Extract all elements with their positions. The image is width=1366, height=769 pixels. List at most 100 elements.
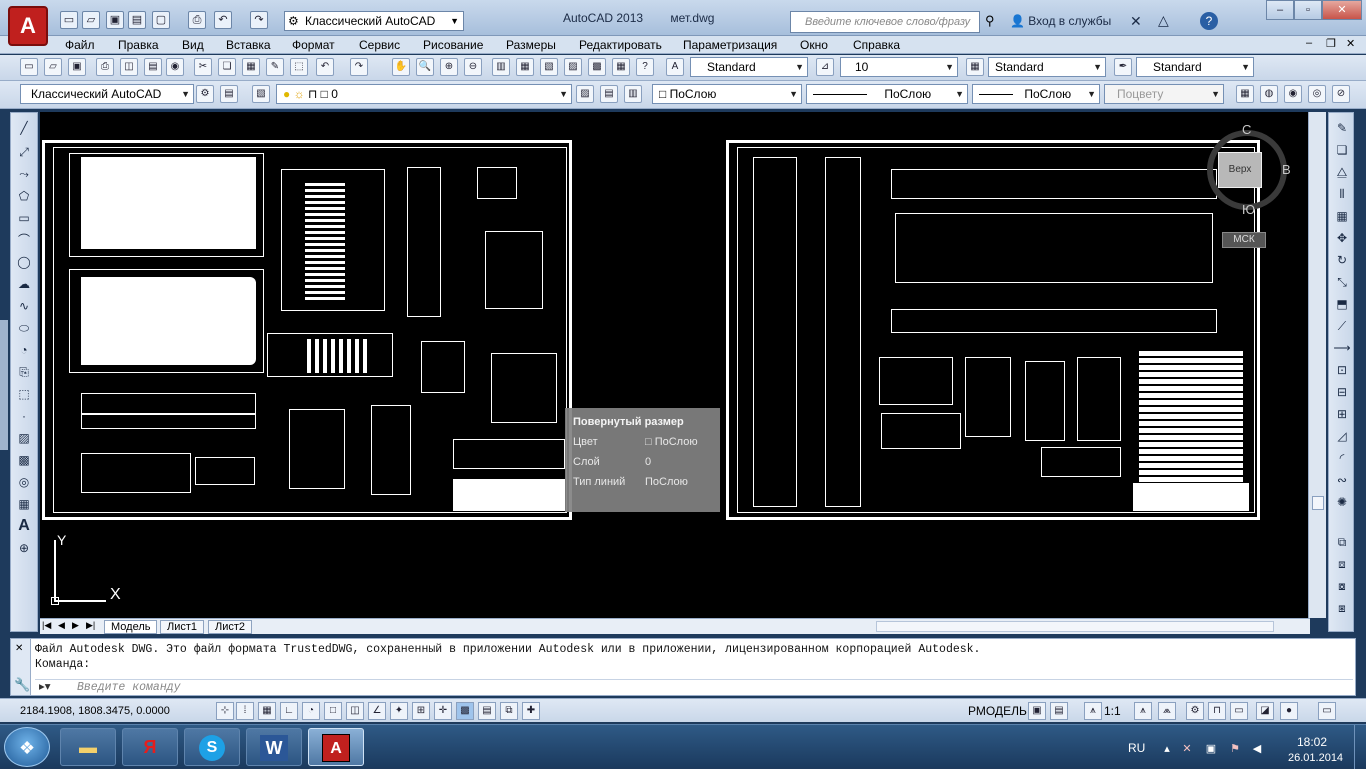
- linetype-dropdown[interactable]: ПоСлою ▼: [806, 84, 968, 104]
- layer-previous-icon[interactable]: ▤: [600, 85, 618, 103]
- break-icon[interactable]: ⊟: [1333, 383, 1351, 401]
- toolbar-lock-icon[interactable]: ⊓: [1208, 702, 1226, 720]
- doc-minimize-icon[interactable]: –: [1306, 37, 1312, 49]
- mirror-icon[interactable]: ⧋: [1333, 163, 1351, 181]
- revision-cloud-icon[interactable]: ☁: [15, 275, 33, 293]
- hatch-icon[interactable]: ▨: [15, 429, 33, 447]
- array-icon[interactable]: ▦: [1333, 207, 1351, 225]
- open-folder-icon[interactable]: ▱: [82, 11, 100, 29]
- object-snap-icon[interactable]: □: [324, 702, 342, 720]
- keyboard-language[interactable]: RU: [1128, 741, 1145, 755]
- globe-icon[interactable]: ◍: [1260, 85, 1278, 103]
- clock-date[interactable]: 26.01.2014: [1288, 752, 1343, 764]
- polyline-icon[interactable]: ⤳: [15, 165, 33, 183]
- start-button[interactable]: ❖: [4, 727, 50, 767]
- selection-cycling-icon[interactable]: ⧉: [500, 702, 518, 720]
- scale-icon[interactable]: ⤡: [1333, 273, 1351, 291]
- ucs-menu-button[interactable]: МСК: [1222, 232, 1266, 248]
- join-icon[interactable]: ⊞: [1333, 405, 1351, 423]
- show-desktop-button[interactable]: [1354, 725, 1366, 769]
- arc-icon[interactable]: ⌒: [15, 231, 33, 249]
- cut-icon[interactable]: ✂: [194, 58, 212, 76]
- plot-preview-icon[interactable]: ▢: [152, 11, 170, 29]
- redo-icon[interactable]: ↷: [350, 58, 368, 76]
- rectangle-icon[interactable]: ▭: [15, 209, 33, 227]
- snap-mode-icon[interactable]: ⁞: [236, 702, 254, 720]
- workspace-dropdown-2[interactable]: Классический AutoCAD ▼: [20, 84, 194, 104]
- design-center-icon[interactable]: ▦: [516, 58, 534, 76]
- taskbar-yandex[interactable]: Я: [122, 728, 178, 766]
- binoculars-icon[interactable]: ⚲: [985, 13, 995, 29]
- menu-file[interactable]: Файл: [65, 38, 95, 52]
- tab-sheet2[interactable]: Лист2: [208, 620, 253, 634]
- clean-screen-icon[interactable]: ▭: [1318, 702, 1336, 720]
- viewcube-face[interactable]: Верх: [1218, 152, 1262, 188]
- gradient-icon[interactable]: ▩: [15, 451, 33, 469]
- otrack-icon[interactable]: ∠: [368, 702, 386, 720]
- properties-icon[interactable]: ▥: [492, 58, 510, 76]
- layer-state-icon[interactable]: ▥: [624, 85, 642, 103]
- add-selected-icon[interactable]: ⊕: [15, 539, 33, 557]
- menu-view[interactable]: Вид: [182, 38, 204, 52]
- drawing-canvas[interactable]: Y X: [40, 112, 1308, 618]
- save-icon[interactable]: ▣: [68, 58, 86, 76]
- command-handle[interactable]: ✕ 🔧: [11, 639, 31, 695]
- hardware-acceleration-icon[interactable]: ▭: [1230, 702, 1248, 720]
- dim-style-icon[interactable]: ⊿: [816, 58, 834, 76]
- undo-icon[interactable]: ↶: [316, 58, 334, 76]
- command-input[interactable]: ▸▾ Введите команду: [35, 679, 1353, 695]
- menu-help[interactable]: Справка: [853, 38, 900, 52]
- stretch-icon[interactable]: ⬒: [1333, 295, 1351, 313]
- cursor-coordinates[interactable]: 2184.1908, 1808.3475, 0.0000: [20, 705, 170, 717]
- doc-close-icon[interactable]: ✕: [1346, 37, 1355, 50]
- command-prompt-icon[interactable]: ▸▾: [39, 680, 51, 696]
- viewcube-north[interactable]: С: [1242, 122, 1251, 137]
- multiline-text-icon[interactable]: A: [15, 517, 33, 535]
- make-current-layer-icon[interactable]: ▨: [576, 85, 594, 103]
- signin-button[interactable]: 👤 Вход в службы: [1010, 14, 1111, 28]
- fillet-icon[interactable]: ◜: [1333, 449, 1351, 467]
- insert-block-icon[interactable]: ⎘: [15, 363, 33, 381]
- polar-tracking-icon[interactable]: ◔: [302, 702, 320, 720]
- globe-add-icon[interactable]: ◉: [1284, 85, 1302, 103]
- autocad-logo-button[interactable]: A: [8, 6, 48, 46]
- workspace-switch-icon[interactable]: ⚙: [1186, 702, 1204, 720]
- viewcube-south[interactable]: Ю: [1242, 202, 1255, 217]
- dim-scale-dropdown[interactable]: 10 ▼: [840, 57, 958, 77]
- sheet-set-icon[interactable]: ▨: [564, 58, 582, 76]
- menu-insert[interactable]: Вставка: [226, 38, 271, 52]
- text-style-dropdown[interactable]: Standard ▼: [690, 57, 808, 77]
- copy-icon[interactable]: ❏: [218, 58, 236, 76]
- quick-properties-icon[interactable]: ▤: [478, 702, 496, 720]
- copy-object-icon[interactable]: ❏: [1333, 141, 1351, 159]
- bring-front-icon[interactable]: ⧈: [1333, 555, 1351, 573]
- isolate-objects-icon[interactable]: ◪: [1256, 702, 1274, 720]
- ellipse-arc-icon[interactable]: ◔: [15, 341, 33, 359]
- zoom-realtime-icon[interactable]: 🔍: [416, 58, 434, 76]
- lineweight-icon[interactable]: ✛: [434, 702, 452, 720]
- dynamic-ucs-icon[interactable]: ✦: [390, 702, 408, 720]
- annotation-visibility-icon[interactable]: ⩚: [1134, 702, 1152, 720]
- network-error-icon[interactable]: ✕: [1180, 742, 1194, 756]
- tab-model[interactable]: Модель: [104, 620, 158, 634]
- close-button[interactable]: ✕: [1322, 0, 1362, 20]
- menu-tools[interactable]: Сервис: [359, 38, 400, 52]
- explode-icon[interactable]: ✺: [1333, 493, 1351, 511]
- spline-icon[interactable]: ∿: [15, 297, 33, 315]
- exchange-icon[interactable]: ✕: [1130, 13, 1142, 30]
- action-center-icon[interactable]: ⚑: [1228, 742, 1242, 756]
- autoscale-icon[interactable]: ⩕: [1158, 702, 1176, 720]
- show-hidden-icons[interactable]: ▴: [1160, 742, 1174, 756]
- bring-above-icon[interactable]: ⧆: [1333, 599, 1351, 617]
- erase-icon[interactable]: ✎: [1333, 119, 1351, 137]
- close-icon[interactable]: ✕: [15, 643, 23, 654]
- table-icon[interactable]: ▦: [15, 495, 33, 513]
- menu-modify[interactable]: Редактировать: [579, 38, 662, 52]
- break-at-point-icon[interactable]: ⊡: [1333, 361, 1351, 379]
- 3d-dwf-icon[interactable]: ◉: [166, 58, 184, 76]
- construction-line-icon[interactable]: ⤢: [15, 143, 33, 161]
- zoom-window-icon[interactable]: ⊕: [440, 58, 458, 76]
- text-style-icon[interactable]: A: [666, 58, 684, 76]
- table-style-icon[interactable]: ▦: [966, 58, 984, 76]
- paste-icon[interactable]: ▦: [242, 58, 260, 76]
